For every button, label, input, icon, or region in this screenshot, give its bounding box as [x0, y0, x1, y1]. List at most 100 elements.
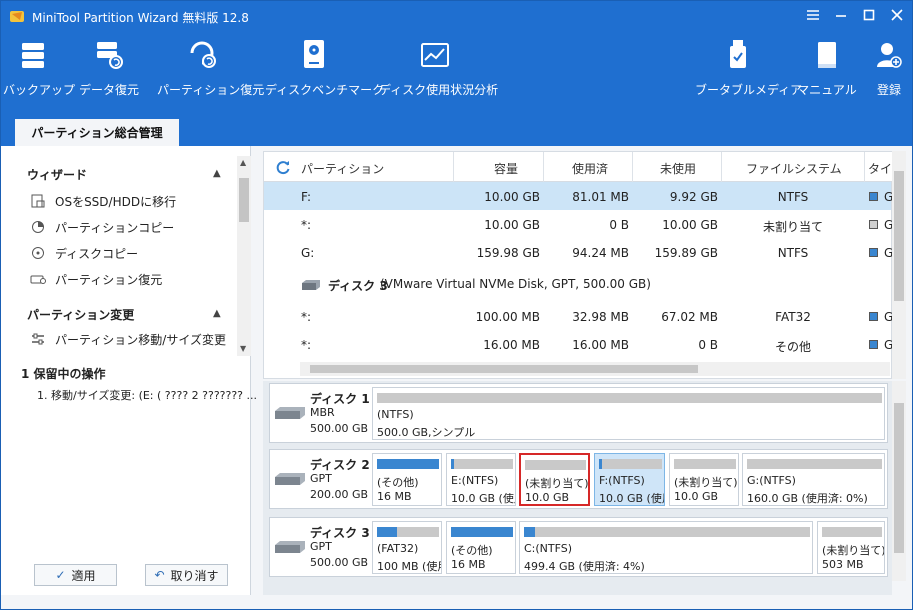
partition-block[interactable]: (FAT32) 100 MB (使用 — [372, 521, 442, 574]
cell-partition: *: — [301, 338, 312, 352]
type-color-icon — [869, 312, 878, 321]
disk-name: ディスク 2 — [310, 458, 370, 472]
partition-block[interactable]: G:(NTFS) 160.0 GB (使用済: 0%) — [742, 453, 885, 506]
manual-button[interactable]: マニュアル — [797, 35, 857, 103]
main-toolbar: バックアップ データ復元 パーティション復元 ディスクベンチマーク ディスク使用… — [1, 35, 912, 115]
undo-button[interactable]: ↶ 取り消す — [145, 564, 228, 586]
table-row[interactable]: *: 10.00 GB 0 B 10.00 GB 未割り当て G — [264, 210, 893, 238]
partition-label: F:(NTFS) — [599, 474, 645, 487]
disk-benchmark-icon — [304, 40, 324, 68]
partition-label: (その他) — [377, 476, 419, 489]
partition-label: (未割り当て) — [822, 544, 885, 557]
disk-1-card[interactable]: ディスク 1 MBR 500.00 GB (NTFS) 500.0 GB,シンプ… — [269, 383, 888, 443]
data-recovery-button[interactable]: データ復元 — [73, 35, 145, 103]
tab-partition-management[interactable]: パーティション総合管理 — [15, 119, 179, 146]
col-capacity[interactable]: 容量 — [494, 160, 518, 177]
menu-icon[interactable] — [804, 6, 822, 24]
table-row[interactable]: *: 100.00 MB 32.98 MB 67.02 MB FAT32 G — [264, 302, 893, 330]
disk-header-row[interactable]: ディスク 3 (VMware Virtual NVMe Disk, GPT, 5… — [264, 268, 891, 298]
partition-detail: 100 MB (使用 — [377, 560, 442, 573]
partition-block[interactable]: (未割り当て) 503 MB — [817, 521, 885, 574]
partition-block-highlighted[interactable]: (未割り当て) 10.0 GB — [519, 453, 590, 506]
data-recovery-icon — [97, 42, 123, 69]
partition-recovery-small-icon — [29, 271, 47, 287]
table-header: パーティション 容量 使用済 未使用 ファイルシステム タイプ — [264, 152, 904, 182]
disk-map-scroll-thumb[interactable] — [894, 403, 904, 553]
check-icon: ✓ — [55, 568, 66, 582]
disk3-description: (VMware Virtual NVMe Disk, GPT, 500.00 G… — [380, 277, 651, 291]
partition-block[interactable]: (その他) 16 MB — [372, 453, 442, 506]
partition-block[interactable]: C:(NTFS) 499.4 GB (使用済: 4%) — [519, 521, 813, 574]
top-bar: MiniTool Partition Wizard 無料版 12.8 バックアッ… — [1, 1, 912, 146]
table-vscroll-thumb[interactable] — [894, 171, 904, 301]
disk-size: 500.00 GB — [310, 556, 369, 569]
partition-block[interactable]: E:(NTFS) 10.0 GB (使用 — [446, 453, 516, 506]
cell-used: 32.98 MB — [572, 310, 629, 324]
cell-capacity: 16.00 MB — [483, 338, 540, 352]
partition-block[interactable]: (未割り当て) 10.0 GB — [669, 453, 739, 506]
title-bar: MiniTool Partition Wizard 無料版 12.8 — [1, 1, 912, 31]
maximize-icon[interactable] — [860, 6, 878, 24]
disk-map-scrollbar[interactable] — [892, 381, 906, 581]
disk-2-card[interactable]: ディスク 2 GPT 200.00 GB (その他) 16 MB E:(NTFS… — [269, 449, 888, 509]
sidebar-item-move-resize[interactable]: パーティション移動/サイズ変更 — [29, 329, 226, 349]
sidebar-item-partition-copy[interactable]: パーティションコピー — [29, 217, 174, 237]
disk-info: ディスク 2 GPT 200.00 GB — [270, 450, 370, 508]
sidebar-item-label: パーティション復元 — [55, 272, 163, 287]
sidebar-scroll-thumb[interactable] — [239, 178, 249, 222]
disk-drive-icon — [275, 407, 305, 419]
table-hscroll-thumb[interactable] — [310, 365, 698, 373]
cell-used: 81.01 MB — [572, 190, 629, 204]
col-filesystem[interactable]: ファイルシステム — [746, 160, 842, 177]
col-partition[interactable]: パーティション — [301, 160, 384, 177]
sidebar-item-migrate-os[interactable]: OSをSSD/HDDに移行 — [29, 191, 176, 211]
refresh-icon[interactable] — [275, 159, 291, 178]
partition-label: E:(NTFS) — [451, 474, 499, 487]
partition-block-selected[interactable]: F:(NTFS) 10.0 GB (使用 — [594, 453, 665, 506]
scroll-up-icon[interactable]: ▲ — [240, 158, 246, 167]
apply-button[interactable]: ✓ 適用 — [34, 564, 117, 586]
minimize-icon[interactable] — [832, 6, 850, 24]
scroll-down-icon[interactable]: ▼ — [240, 344, 246, 353]
register-button[interactable]: 登録 — [869, 35, 909, 103]
table-vertical-scrollbar[interactable] — [892, 151, 906, 379]
close-icon[interactable] — [888, 6, 906, 24]
partition-label: (その他) — [451, 544, 493, 557]
col-used[interactable]: 使用済 — [572, 160, 608, 177]
sidebar-item-disk-copy[interactable]: ディスクコピー — [29, 243, 138, 263]
collapse-wizard-icon[interactable]: ▲ — [213, 168, 221, 179]
partition-block[interactable]: (その他) 16 MB — [446, 521, 516, 574]
partition-block[interactable]: (NTFS) 500.0 GB,シンプル — [372, 387, 885, 440]
partition-recovery-button[interactable]: パーティション復元 — [157, 35, 264, 103]
partition-copy-icon — [29, 219, 47, 235]
disk-benchmark-button[interactable]: ディスクベンチマーク — [265, 35, 384, 103]
disk-map: ディスク 1 MBR 500.00 GB (NTFS) 500.0 GB,シンプ… — [263, 381, 892, 596]
sidebar-item-partition-recovery[interactable]: パーティション復元 — [29, 269, 162, 289]
backup-button[interactable]: バックアップ — [3, 35, 75, 103]
disk-drive-icon — [275, 541, 305, 553]
bootable-media-label: ブータブルメディア — [695, 83, 803, 97]
table-row[interactable]: F: 10.00 GB 81.01 MB 9.92 GB NTFS G — [264, 182, 893, 210]
move-resize-icon — [29, 331, 47, 347]
collapse-change-icon[interactable]: ▲ — [213, 308, 221, 319]
tab-bar: パーティション総合管理 — [1, 119, 912, 146]
disk-3-card[interactable]: ディスク 3 GPT 500.00 GB (FAT32) 100 MB (使用 … — [269, 517, 888, 577]
bootable-media-button[interactable]: ブータブルメディア — [695, 35, 803, 103]
migrate-os-icon — [29, 193, 47, 209]
partition-label: (未割り当て) — [525, 477, 589, 490]
table-horizontal-scrollbar[interactable] — [300, 362, 890, 376]
col-unused[interactable]: 未使用 — [660, 160, 696, 177]
disk-name: ディスク 3 — [310, 526, 370, 540]
partition-detail: 10.0 GB — [525, 491, 570, 504]
space-analyzer-button[interactable]: ディスク使用状況分析 — [379, 35, 499, 103]
manual-label: マニュアル — [797, 83, 857, 97]
table-row[interactable]: G: 159.98 GB 94.24 MB 159.89 GB NTFS G — [264, 238, 893, 266]
sidebar-scrollbar[interactable]: ▲ ▼ — [237, 156, 251, 356]
bootable-media-icon — [730, 40, 746, 68]
partition-table: パーティション 容量 使用済 未使用 ファイルシステム タイプ F: 10.00… — [263, 151, 904, 379]
disk-copy-icon — [29, 245, 47, 261]
space-analyzer-label: ディスク使用状況分析 — [379, 83, 499, 97]
table-row[interactable]: *: 16.00 MB 16.00 MB 0 B その他 G — [264, 330, 893, 358]
disk-type: GPT — [310, 540, 332, 553]
pending-operation-item[interactable]: 1. 移動/サイズ変更: (E: ( ???? 2 ??????? ... — [37, 387, 257, 403]
